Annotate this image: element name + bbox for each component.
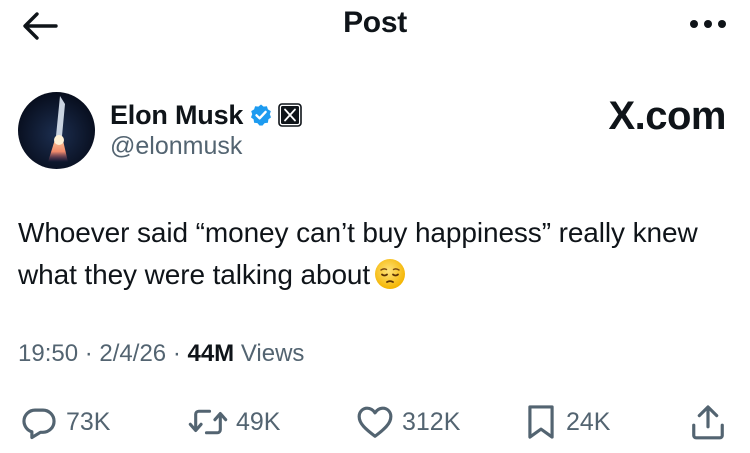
post-meta: 19:50 · 2/4/26 · 44M Views: [18, 340, 304, 368]
page-title: Post: [343, 6, 407, 39]
heart-icon: [357, 406, 393, 438]
reply-icon: [22, 408, 56, 440]
share-icon: [692, 405, 724, 440]
avatar[interactable]: [18, 92, 95, 169]
views-label: Views: [240, 340, 305, 367]
reply-count: 73K: [66, 407, 111, 436]
repost-icon: [188, 409, 228, 435]
display-name-row: Elon Musk: [110, 96, 303, 134]
meta-separator: ·: [84, 340, 93, 367]
share-button[interactable]: [690, 398, 726, 446]
top-bar: Post: [0, 0, 750, 52]
user-handle[interactable]: @elonmusk: [110, 132, 242, 161]
post-text-content: Whoever said “money can’t buy happiness”…: [18, 217, 698, 290]
bookmark-count: 24K: [566, 407, 611, 436]
brand-text: X.com: [608, 94, 726, 138]
action-bar: 73K 49K 312K 24K: [0, 398, 750, 446]
bookmark-icon: [528, 405, 554, 439]
post-text: Whoever said “money can’t buy happiness”…: [18, 212, 732, 296]
like-button[interactable]: 312K: [356, 398, 460, 446]
views-count[interactable]: 44M: [187, 340, 234, 367]
avatar-image-icon: [18, 92, 95, 169]
repost-button[interactable]: 49K: [188, 398, 280, 446]
post-date[interactable]: 2/4/26: [99, 340, 166, 367]
display-name[interactable]: Elon Musk: [110, 100, 243, 131]
more-options-button[interactable]: [688, 12, 728, 36]
reply-button[interactable]: 73K: [20, 398, 110, 446]
repost-count: 49K: [236, 407, 281, 436]
x-logo-badge-icon[interactable]: [278, 103, 303, 127]
post-author: Elon Musk @elonmusk X.com: [18, 92, 732, 172]
more-horizontal-icon: [690, 20, 726, 28]
bookmark-button[interactable]: 24K: [524, 398, 610, 446]
pensive-face-emoji: [374, 258, 406, 290]
verified-badge-icon[interactable]: [249, 103, 273, 127]
like-count: 312K: [402, 407, 461, 436]
meta-separator: ·: [172, 340, 181, 367]
post-time[interactable]: 19:50: [18, 340, 78, 367]
